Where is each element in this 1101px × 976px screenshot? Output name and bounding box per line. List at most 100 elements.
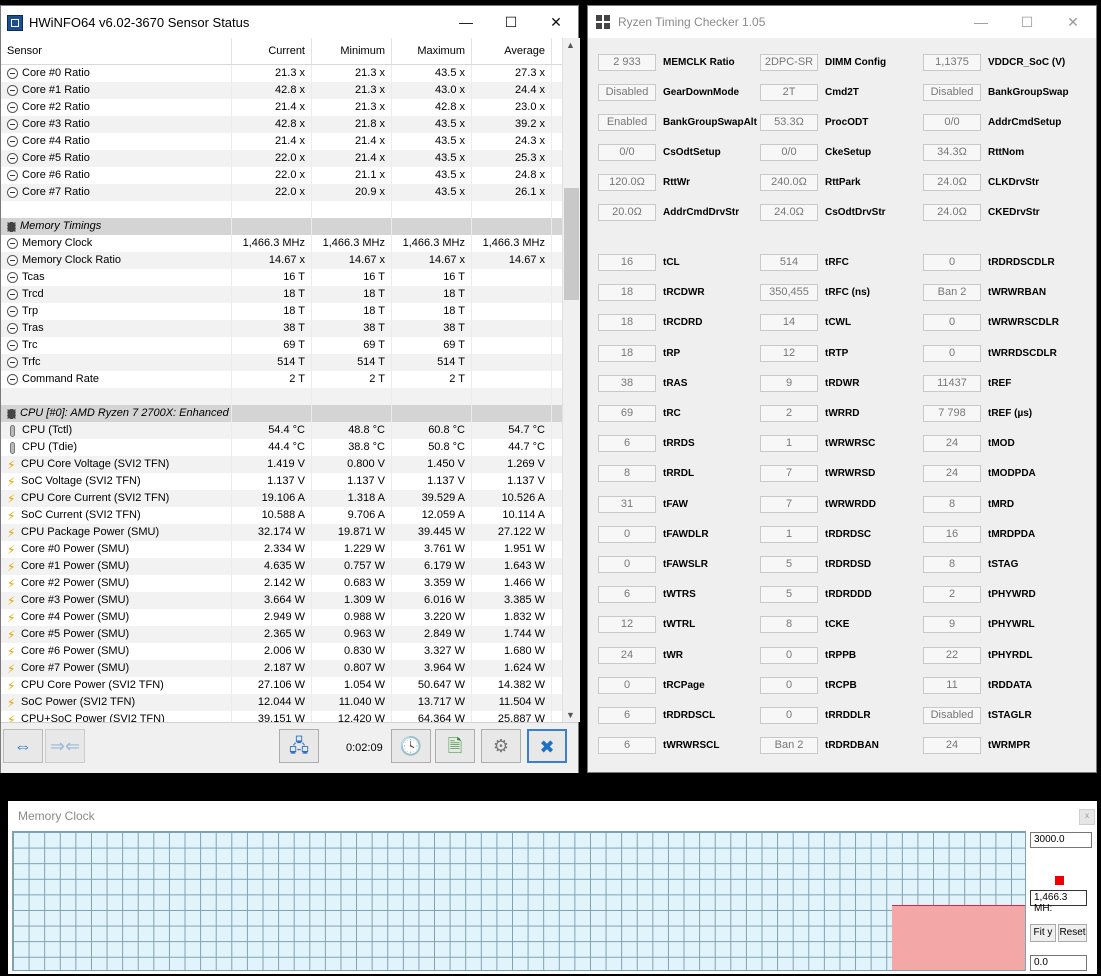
timing-value-field[interactable]: 14: [760, 314, 818, 332]
reset-button[interactable]: Reset: [1058, 924, 1087, 942]
timing-value-field[interactable]: 53.3Ω: [760, 114, 818, 131]
timing-value-field[interactable]: 0: [598, 556, 656, 573]
sensor-row[interactable]: Core #1 Ratio 42.8 x 21.3 x 43.0 x 24.4 x: [1, 82, 562, 99]
timing-value-field[interactable]: 2DPC-SR: [760, 54, 818, 71]
sensor-row[interactable]: ⚡ CPU Core Current (SVI2 TFN) 19.106 A 1.31…: [1, 490, 562, 507]
sensor-row[interactable]: ⚡ SoC Voltage (SVI2 TFN) 1.137 V 1.137 V 1.1…: [1, 473, 562, 490]
timing-value-field[interactable]: 0: [923, 344, 981, 362]
timing-value-field[interactable]: 16: [923, 525, 981, 543]
sensor-row[interactable]: Core #0 Ratio 21.3 x 21.3 x 43.5 x 27.3 x: [1, 65, 562, 82]
column-header-minimum[interactable]: Minimum: [312, 38, 392, 64]
graph-max-value[interactable]: 3000.0: [1030, 832, 1092, 848]
timing-value-field[interactable]: 2T: [760, 84, 818, 101]
sensor-row[interactable]: ⚡ Core #2 Power (SMU) 2.142 W 0.683 W 3.359 …: [1, 575, 562, 592]
timing-value-field[interactable]: 0: [760, 646, 818, 664]
sensor-row[interactable]: Trp 18 T 18 T 18 T: [1, 303, 562, 320]
timing-value-field[interactable]: 18: [598, 284, 656, 302]
sensor-scrollbar[interactable]: ▲ ▼: [562, 38, 580, 722]
logging-button[interactable]: 🗎: [435, 729, 475, 763]
column-header-current[interactable]: Current: [232, 38, 312, 64]
scroll-down-arrow-icon[interactable]: ▼: [566, 710, 575, 720]
scroll-up-arrow-icon[interactable]: ▲: [566, 40, 575, 50]
timing-value-field[interactable]: 1: [760, 435, 818, 453]
timing-value-field[interactable]: 11: [923, 676, 981, 694]
timing-value-field[interactable]: 24: [923, 465, 981, 483]
sensor-row[interactable]: ⚡ SoC Current (SVI2 TFN) 10.588 A 9.706 A 12…: [1, 507, 562, 524]
timing-value-field[interactable]: 24.0Ω: [923, 204, 981, 221]
timing-value-field[interactable]: 350,455: [760, 284, 818, 302]
sensor-row[interactable]: ⚡ Core #5 Power (SMU) 2.365 W 0.963 W 2.849 …: [1, 626, 562, 643]
sensor-row[interactable]: Tras 38 T 38 T 38 T: [1, 320, 562, 337]
hwinfo-titlebar[interactable]: HWiNFO64 v6.02-3670 Sensor Status — ☐ ✕: [1, 6, 578, 38]
timing-value-field[interactable]: 7: [760, 465, 818, 483]
timing-value-field[interactable]: 7: [760, 495, 818, 513]
sensor-row[interactable]: ⚡ CPU Core Voltage (SVI2 TFN) 1.419 V 0.800…: [1, 456, 562, 473]
sensor-row[interactable]: ⚡ Core #1 Power (SMU) 4.635 W 0.757 W 6.179 …: [1, 558, 562, 575]
timing-value-field[interactable]: Enabled: [598, 114, 656, 131]
timing-value-field[interactable]: 0/0: [760, 144, 818, 161]
sensor-row[interactable]: ⚡ Core #3 Power (SMU) 3.664 W 1.309 W 6.016 …: [1, 592, 562, 609]
timing-value-field[interactable]: 0: [760, 707, 818, 724]
timing-value-field[interactable]: Ban 2: [760, 737, 818, 755]
settings-button[interactable]: ⚙: [481, 729, 521, 763]
timing-value-field[interactable]: 38: [598, 374, 656, 392]
sensor-row[interactable]: ⚡ CPU+SoC Power (SVI2 TFN) 39.151 W 12.420 …: [1, 711, 562, 722]
sensor-group-header[interactable]: CPU [#0]: AMD Ryzen 7 2700X: Enhanced: [1, 405, 562, 422]
expand-arrows-button[interactable]: ⇔: [3, 729, 43, 763]
timing-value-field[interactable]: 0: [923, 314, 981, 332]
graph-min-value[interactable]: 0.0: [1030, 955, 1087, 971]
timing-value-field[interactable]: 31: [598, 495, 656, 513]
close-sensors-button[interactable]: ✖: [527, 729, 567, 763]
timing-value-field[interactable]: 6: [598, 737, 656, 755]
sensor-row[interactable]: Core #6 Ratio 22.0 x 21.1 x 43.5 x 24.8 x: [1, 167, 562, 184]
sensor-row[interactable]: Memory Clock Ratio 14.67 x 14.67 x 14.67 x1…: [1, 252, 562, 269]
sensor-row[interactable]: ⚡ Core #6 Power (SMU) 2.006 W 0.830 W 3.327 …: [1, 643, 562, 660]
sensor-row[interactable]: [1, 201, 562, 218]
sensor-row[interactable]: ⚡ CPU Package Power (SMU) 32.174 W 19.871 W…: [1, 524, 562, 541]
collapse-arrows-button[interactable]: ⇒⇐: [45, 729, 85, 763]
timing-value-field[interactable]: 34.3Ω: [923, 144, 981, 161]
timing-value-field[interactable]: 240.0Ω: [760, 174, 818, 191]
timing-value-field[interactable]: 12: [598, 616, 656, 634]
timing-value-field[interactable]: 0: [598, 525, 656, 543]
column-header-sensor[interactable]: Sensor: [1, 38, 232, 64]
sensor-row[interactable]: CPU (Tdie) 44.4 °C 38.8 °C 50.8 °C 44.7 °C: [1, 439, 562, 456]
timing-value-field[interactable]: 8: [923, 556, 981, 573]
sensor-row[interactable]: ⚡ Core #7 Power (SMU) 2.187 W 0.807 W 3.964 …: [1, 660, 562, 677]
timing-value-field[interactable]: 69: [598, 405, 656, 422]
timing-value-field[interactable]: 8: [923, 495, 981, 513]
timing-value-field[interactable]: Disabled: [923, 707, 981, 724]
timing-value-field[interactable]: 12: [760, 344, 818, 362]
timing-value-field[interactable]: 24: [923, 737, 981, 755]
sensor-row[interactable]: ⚡ CPU Core Power (SVI2 TFN) 27.106 W 1.054 …: [1, 677, 562, 694]
timing-value-field[interactable]: 1,1375: [923, 54, 981, 71]
timing-value-field[interactable]: 6: [598, 435, 656, 453]
timing-value-field[interactable]: 24.0Ω: [760, 204, 818, 221]
timing-value-field[interactable]: 9: [760, 374, 818, 392]
timing-value-field[interactable]: Ban 2: [923, 284, 981, 302]
timing-value-field[interactable]: 0/0: [598, 144, 656, 161]
sensor-row[interactable]: Core #4 Ratio 21.4 x 21.4 x 43.5 x 24.3 x: [1, 133, 562, 150]
timing-value-field[interactable]: 120.0Ω: [598, 174, 656, 191]
timing-value-field[interactable]: 514: [760, 254, 818, 271]
sensor-row[interactable]: Command Rate 2 T2 T2 T: [1, 371, 562, 388]
sensor-row[interactable]: [1, 388, 562, 405]
sensor-row[interactable]: Trc 69 T 69 T 69 T: [1, 337, 562, 354]
column-header-maximum[interactable]: Maximum: [392, 38, 472, 64]
sensor-group-header[interactable]: Memory Timings: [1, 218, 562, 235]
sensor-row[interactable]: Trfc 514 T 514 T 514 T: [1, 354, 562, 371]
timing-value-field[interactable]: 18: [598, 314, 656, 332]
sensor-row[interactable]: Trcd 18 T 18 T 18 T: [1, 286, 562, 303]
timing-value-field[interactable]: 6: [598, 586, 656, 604]
sensor-row[interactable]: ⚡ Core #4 Power (SMU) 2.949 W 0.988 W 3.220 …: [1, 609, 562, 626]
sensor-row[interactable]: Tcas 16 T 16 T 16 T: [1, 269, 562, 286]
sensor-row[interactable]: Core #7 Ratio 22.0 x 20.9 x 43.5 x 26.1 x: [1, 184, 562, 201]
timing-value-field[interactable]: 2: [760, 405, 818, 422]
sensor-row[interactable]: CPU (Tctl) 54.4 °C 48.8 °C 60.8 °C 54.7 °C: [1, 422, 562, 439]
sensor-row[interactable]: Core #5 Ratio 22.0 x 21.4 x 43.5 x 25.3 x: [1, 150, 562, 167]
timing-value-field[interactable]: 24: [923, 435, 981, 453]
timing-value-field[interactable]: 20.0Ω: [598, 204, 656, 221]
rtc-minimize-button[interactable]: —: [970, 12, 992, 32]
sensor-row[interactable]: Memory Clock 1,466.3 MHz 1,466.3 MHz 1,466.…: [1, 235, 562, 252]
timing-value-field[interactable]: 24: [598, 646, 656, 664]
